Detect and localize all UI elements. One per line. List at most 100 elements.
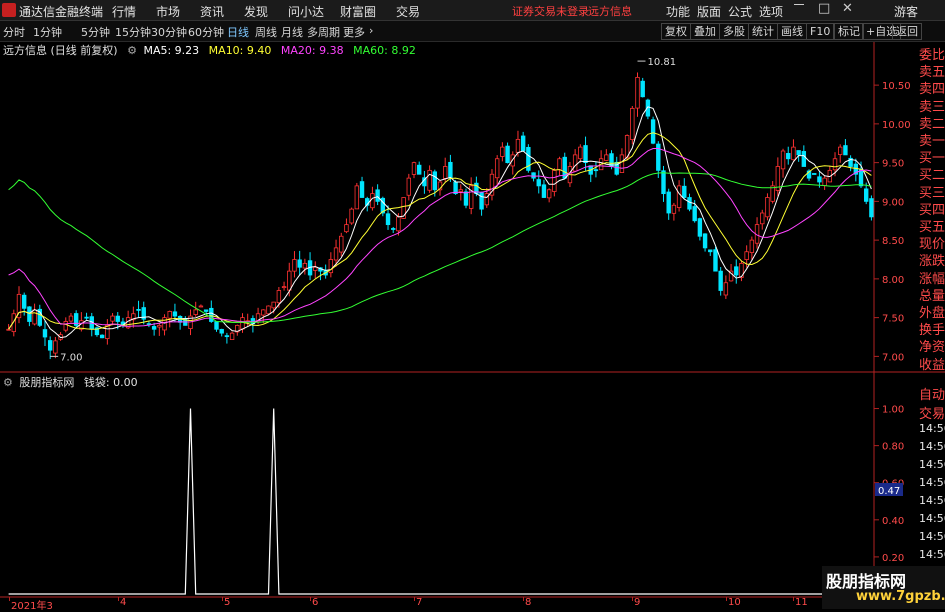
candle-body [84, 316, 89, 319]
date-tick [118, 597, 119, 601]
candle-body [786, 153, 791, 160]
candle-body [604, 154, 609, 161]
candle-body [297, 259, 302, 268]
candle-body [572, 154, 578, 172]
candle-body [682, 185, 687, 198]
candle-body [494, 158, 500, 179]
candle-body [344, 224, 349, 233]
candle-body [375, 189, 380, 202]
trade-time: 14:56 [919, 422, 945, 435]
chart-canvas[interactable]: 7.00 7.50 8.00 8.50 9.00 9.50 10.00 10.50 10.81 7… [0, 0, 945, 609]
candle-body [172, 311, 178, 317]
price-tick-label: 9.50 [882, 159, 904, 170]
date-tick [632, 597, 633, 601]
price-tick-label: 8.00 [882, 275, 904, 286]
candle-body [858, 169, 864, 187]
candle-body [354, 185, 360, 210]
date-label: 7 [416, 597, 423, 608]
side-label: 卖三 [919, 99, 945, 115]
side-label: 卖二 [919, 116, 945, 132]
candle-body [661, 170, 666, 195]
indicator-current-label: 0.47 [878, 486, 900, 497]
indicator-tick-label: 0.80 [882, 442, 904, 453]
candle-body [292, 259, 297, 272]
indicator-tick-label: 0.20 [882, 553, 904, 564]
candle-body [136, 308, 141, 311]
side-label: 买三 [919, 185, 945, 201]
date-tick [523, 597, 524, 601]
candle-body [749, 239, 755, 253]
candle-body [479, 192, 484, 210]
candle-body [427, 169, 432, 191]
trade-time: 14:56 [919, 458, 945, 471]
ma10-line [8, 132, 872, 330]
candle-body [552, 169, 557, 192]
candle-body [68, 315, 74, 322]
candle-body [110, 315, 115, 322]
candle-body [198, 305, 204, 308]
candle-body [240, 317, 245, 330]
candle-body [734, 266, 739, 276]
candle-body [531, 172, 536, 179]
money-bag-line [8, 408, 872, 595]
price-tick-label: 7.50 [882, 314, 904, 325]
side-label: 买四 [919, 202, 945, 218]
candle-body [760, 212, 765, 225]
candle-body [391, 228, 396, 230]
side-label: 现价 [919, 237, 945, 253]
candle-body [640, 80, 645, 98]
candle-body [271, 301, 276, 309]
candle-body [359, 181, 365, 198]
candle-body [822, 177, 827, 186]
candle-body [42, 329, 48, 338]
date-axis: 2021年3456789101112 [0, 597, 907, 612]
candle-body [697, 218, 703, 237]
side-label: 外盘 [919, 306, 945, 321]
candle-body [105, 324, 110, 339]
candle-body [666, 191, 671, 214]
date-tick [726, 597, 727, 601]
candle-body [193, 309, 198, 315]
candle-body [515, 138, 521, 153]
side-label: 净资 [919, 340, 945, 356]
price-tick-label: 8.50 [882, 236, 904, 247]
candle-body [6, 328, 11, 331]
trade-time: 14:56 [919, 494, 945, 507]
candle-body [765, 197, 770, 218]
moving-average-lines [8, 106, 872, 339]
side-label: 卖五 [919, 65, 945, 81]
candle-body [162, 317, 167, 331]
side-label: 买二 [919, 168, 945, 184]
candle-body [63, 321, 68, 331]
side-label: 买五 [919, 220, 945, 235]
ma20-line [8, 148, 872, 327]
trade-time: 14:56 [919, 512, 945, 525]
trade-time: 14:56 [919, 548, 945, 561]
price-tick-label: 7.00 [882, 352, 904, 363]
price-tick-label: 10.50 [882, 81, 911, 92]
candle-body [281, 286, 287, 289]
date-tick [9, 597, 10, 601]
price-tick-label: 10.00 [882, 120, 911, 131]
side-label: 交易 [919, 407, 945, 422]
candle-body [302, 262, 308, 269]
candle-body [630, 107, 635, 141]
high-label: 10.81 [648, 57, 677, 68]
candle-body [224, 335, 230, 338]
side-label: 总量 [919, 288, 945, 304]
trade-time: 14:56 [919, 440, 945, 453]
candle-body [209, 307, 214, 322]
date-tick [414, 597, 415, 601]
candle-body [99, 334, 105, 339]
candle-body [448, 161, 453, 179]
candle-body [313, 266, 318, 271]
candle-body [864, 188, 869, 202]
candle-body [349, 208, 354, 224]
candle-body [411, 162, 417, 175]
candle-body [442, 166, 448, 179]
candle-body [583, 145, 588, 164]
candle-body [557, 158, 562, 171]
candle-body [32, 309, 37, 325]
candle-body [520, 135, 526, 152]
candle-body [463, 191, 469, 206]
